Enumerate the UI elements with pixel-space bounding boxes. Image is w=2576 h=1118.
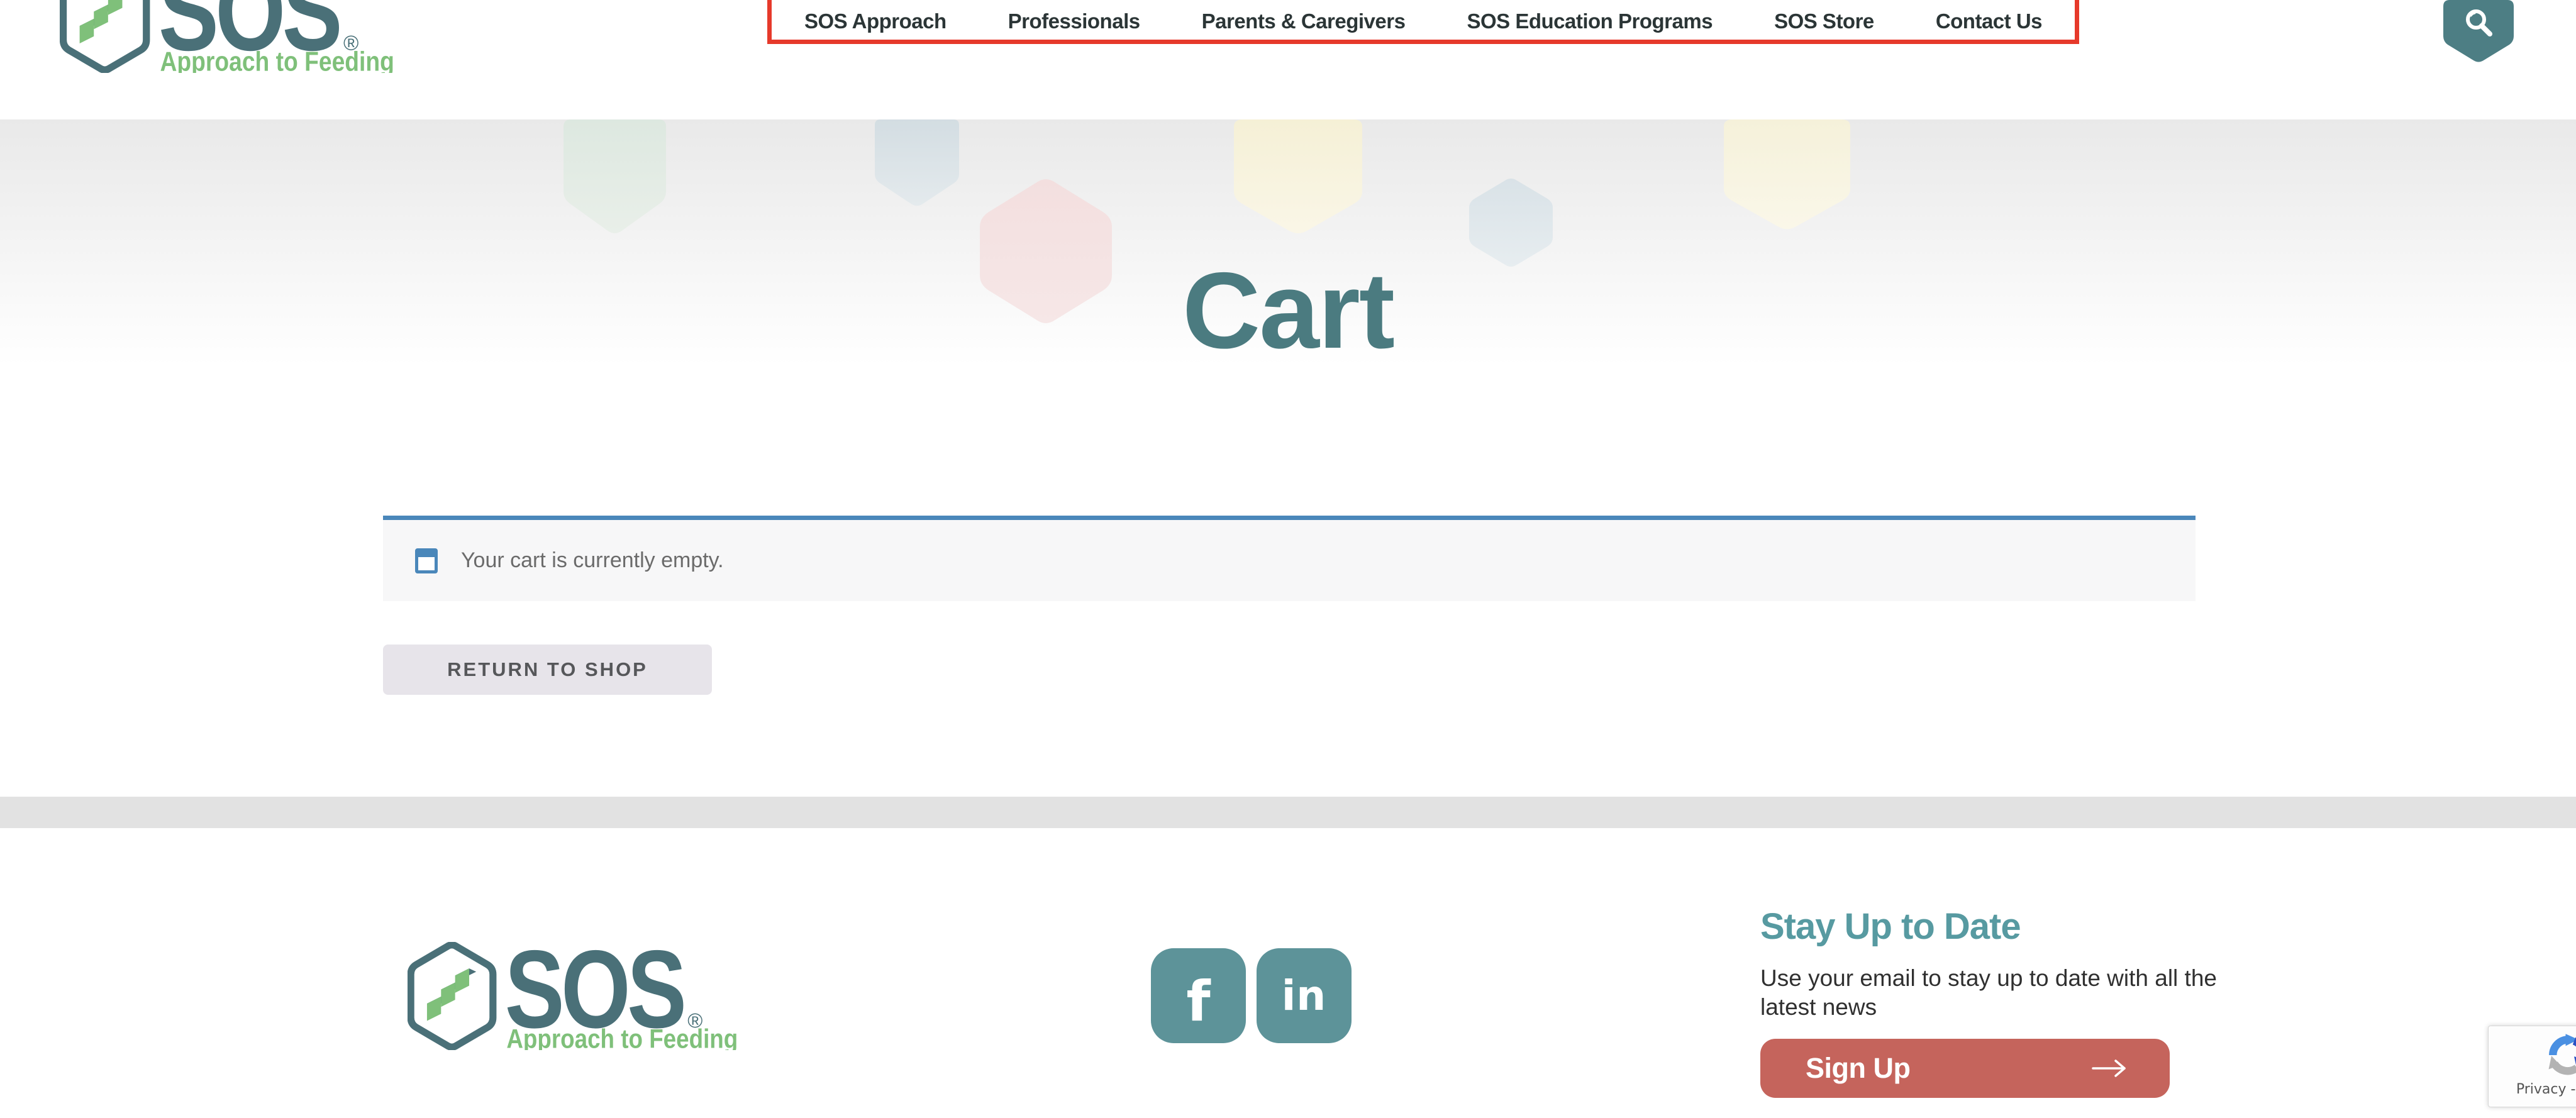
hexagon-decoration-lightblue <box>1469 177 1553 268</box>
cart-empty-message: Your cart is currently empty. <box>461 548 724 573</box>
return-to-shop-button[interactable]: RETURN TO SHOP <box>383 645 712 695</box>
hero-section: Cart <box>0 119 2576 516</box>
hexagon-decoration-bluegray <box>875 119 959 210</box>
recaptcha-badge[interactable]: Privacy - Terms <box>2488 1026 2576 1107</box>
hexagon-decoration-green <box>564 119 666 239</box>
logo-tagline: Approach to Feeding <box>160 47 394 73</box>
nav-item-professionals[interactable]: Professionals <box>1008 9 1140 33</box>
nav-item-sos-approach[interactable]: SOS Approach <box>804 9 947 33</box>
recaptcha-privacy-terms[interactable]: Privacy - Terms <box>2516 1082 2576 1097</box>
site-logo[interactable]: SOS ® Approach to Feeding <box>60 0 399 73</box>
nav-item-sos-store[interactable]: SOS Store <box>1774 9 1874 33</box>
linkedin-icon: in <box>1282 971 1327 1020</box>
sign-up-button[interactable]: Sign Up <box>1760 1039 2170 1098</box>
page-title: Cart <box>0 257 2576 365</box>
newsletter-title: Stay Up to Date <box>1760 905 2282 948</box>
main-nav: SOS Approach Professionals Parents & Car… <box>767 0 2079 44</box>
section-divider <box>0 797 2576 828</box>
newsletter-description: Use your email to stay up to date with a… <box>1760 964 2263 1022</box>
arrow-right-icon <box>2092 1059 2128 1078</box>
footer-logo-tagline: Approach to Feeding <box>506 1024 738 1050</box>
footer-logo[interactable]: SOS ® Approach to Feeding <box>408 942 743 1050</box>
cart-notice-icon <box>415 548 438 573</box>
linkedin-link[interactable]: in <box>1257 948 1352 1043</box>
header: SOS ® Approach to Feeding SOS Approach P… <box>0 0 2576 119</box>
hexagon-decoration-yellow-right <box>1724 119 1850 235</box>
nav-item-contact-us[interactable]: Contact Us <box>1936 9 2042 33</box>
newsletter-section: Stay Up to Date Use your email to stay u… <box>1760 905 2282 1022</box>
sign-up-label: Sign Up <box>1806 1052 1910 1085</box>
nav-item-sos-education-programs[interactable]: SOS Education Programs <box>1467 9 1713 33</box>
facebook-icon: f <box>1186 958 1210 1034</box>
cart-empty-notice: Your cart is currently empty. <box>383 516 2196 601</box>
facebook-link[interactable]: f <box>1151 948 1246 1043</box>
hexagon-decoration-yellow-left <box>1234 119 1362 239</box>
nav-item-parents-caregivers[interactable]: Parents & Caregivers <box>1202 9 1406 33</box>
recaptcha-icon <box>2546 1032 2576 1078</box>
search-button[interactable] <box>2443 0 2514 63</box>
